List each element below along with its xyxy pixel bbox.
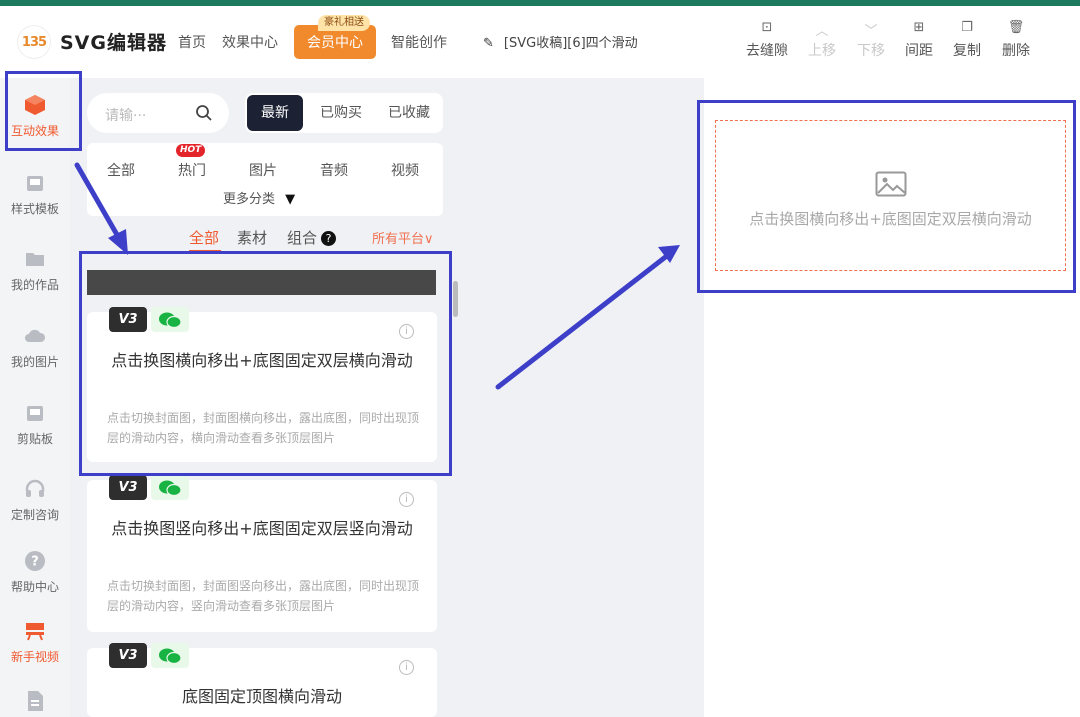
annotation-arrows (74, 162, 680, 390)
annotation-arrow-down (74, 162, 123, 243)
annotation-arrow-right (495, 252, 671, 390)
